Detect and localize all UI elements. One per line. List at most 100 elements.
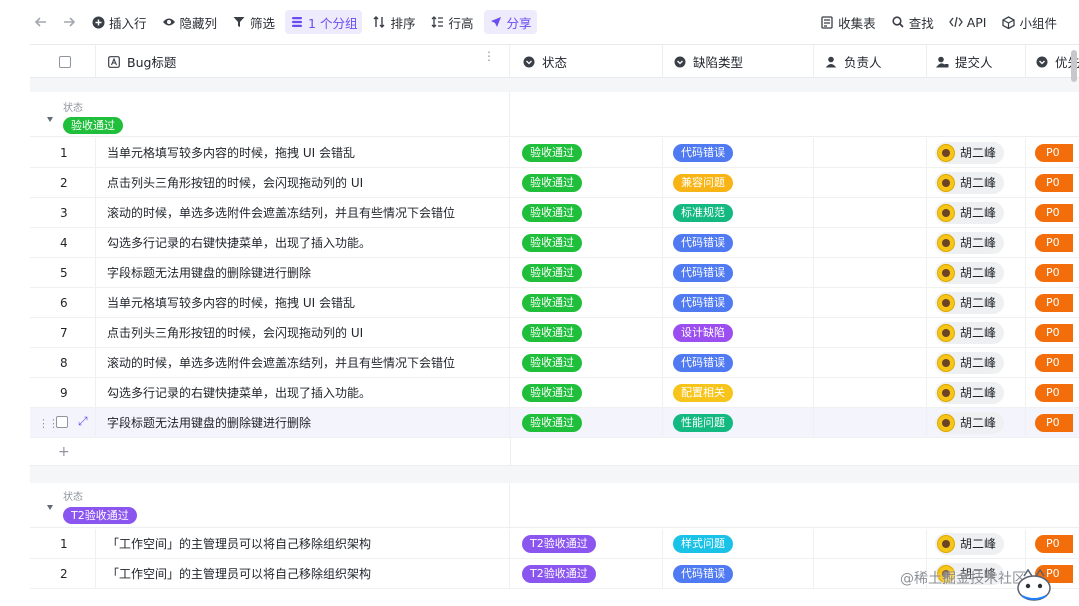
table-row[interactable]: 1 当单元格填写较多内容的时候，拖拽 UI 会错乱 验收通过 代码错误 胡二峰 … xyxy=(30,138,1079,168)
search-button[interactable]: 查找 xyxy=(886,10,939,34)
defect-type-cell[interactable]: 设计缺陷 xyxy=(663,318,814,347)
status-cell[interactable]: 验收通过 xyxy=(510,168,663,197)
redo-icon[interactable] xyxy=(58,11,80,33)
drag-handle-icon[interactable]: ⋮⋮ xyxy=(38,417,59,430)
defect-type-cell[interactable]: 兼容问题 xyxy=(663,168,814,197)
status-cell[interactable]: 验收通过 xyxy=(510,198,663,227)
submitter-cell[interactable]: 胡二峰 xyxy=(927,529,1026,558)
submitter-cell[interactable]: 胡二峰 xyxy=(927,348,1026,377)
owner-cell[interactable] xyxy=(814,258,927,287)
column-header-defect-type[interactable]: 缺陷类型 xyxy=(663,45,814,78)
add-row-button[interactable]: + xyxy=(30,438,1079,466)
priority-cell[interactable]: P0 xyxy=(1026,168,1079,197)
expand-row-icon[interactable]: ⤢ xyxy=(78,414,88,429)
defect-type-cell[interactable]: 代码错误 xyxy=(663,258,814,287)
owner-cell[interactable] xyxy=(814,228,927,257)
priority-cell[interactable]: P0 xyxy=(1026,318,1079,347)
bug-title-cell[interactable]: 点击列头三角形按钮的时候，会闪现拖动列的 UI xyxy=(96,168,510,197)
table-row[interactable]: 2 点击列头三角形按钮的时候，会闪现拖动列的 UI 验收通过 兼容问题 胡二峰 … xyxy=(30,168,1079,198)
table-row[interactable]: 8 滚动的时候，单选多选附件会遮盖冻结列，并且有些情况下会错位 验收通过 代码错… xyxy=(30,348,1079,378)
submitter-cell[interactable]: 胡二峰 xyxy=(927,228,1026,257)
owner-cell[interactable] xyxy=(814,198,927,227)
priority-cell[interactable]: P0 xyxy=(1026,529,1079,558)
status-cell[interactable]: 验收通过 xyxy=(510,378,663,407)
bug-title-cell[interactable]: 勾选多行记录的右键快捷菜单，出现了插入功能。 xyxy=(96,378,510,407)
defect-type-cell[interactable]: 标准规范 xyxy=(663,198,814,227)
status-cell[interactable]: T2验收通过 xyxy=(510,529,663,558)
submitter-cell[interactable]: 胡二峰 xyxy=(927,258,1026,287)
group-button[interactable]: 1 个分组 xyxy=(285,10,363,34)
sort-button[interactable]: 排序 xyxy=(367,10,420,34)
defect-type-cell[interactable]: 代码错误 xyxy=(663,348,814,377)
bug-title-cell[interactable]: 当单元格填写较多内容的时候，拖拽 UI 会错乱 xyxy=(96,138,510,167)
owner-cell[interactable] xyxy=(814,288,927,317)
submitter-cell[interactable]: 胡二峰 xyxy=(927,198,1026,227)
submitter-cell[interactable]: 胡二峰 xyxy=(927,168,1026,197)
horizontal-scrollbar[interactable] xyxy=(1069,44,1079,88)
bug-title-cell[interactable]: 字段标题无法用键盘的删除键进行删除 xyxy=(96,258,510,287)
priority-cell[interactable]: P0 xyxy=(1026,138,1079,167)
table-row[interactable]: 6 当单元格填写较多内容的时候，拖拽 UI 会错乱 验收通过 代码错误 胡二峰 … xyxy=(30,288,1079,318)
column-header-title[interactable]: Bug标题 ⋮ xyxy=(96,45,510,78)
bug-title-cell[interactable]: 勾选多行记录的右键快捷菜单，出现了插入功能。 xyxy=(96,228,510,257)
insert-row-button[interactable]: 插入行 xyxy=(86,10,152,34)
owner-cell[interactable] xyxy=(814,529,927,558)
bug-title-cell[interactable]: 「工作空间」的主管理员可以将自己移除组织架构 xyxy=(96,529,510,558)
priority-cell[interactable]: P0 xyxy=(1026,228,1079,257)
group-header-accepted[interactable]: 状态 验收通过 xyxy=(30,92,1079,137)
bug-title-cell[interactable]: 字段标题无法用键盘的删除键进行删除 xyxy=(96,408,510,437)
scrollbar-thumb[interactable] xyxy=(1071,50,1077,82)
table-row[interactable]: 3 滚动的时候，单选多选附件会遮盖冻结列，并且有些情况下会错位 验收通过 标准规… xyxy=(30,198,1079,228)
defect-type-cell[interactable]: 代码错误 xyxy=(663,228,814,257)
submitter-cell[interactable]: 胡二峰 xyxy=(927,408,1026,437)
defect-type-cell[interactable]: 代码错误 xyxy=(663,138,814,167)
column-header-status[interactable]: 状态 xyxy=(510,45,663,78)
status-cell[interactable]: T2验收通过 xyxy=(510,559,663,588)
priority-cell[interactable]: P0 xyxy=(1026,258,1079,287)
owner-cell[interactable] xyxy=(814,168,927,197)
submitter-cell[interactable]: 胡二峰 xyxy=(927,288,1026,317)
api-button[interactable]: API xyxy=(944,10,992,34)
status-cell[interactable]: 验收通过 xyxy=(510,318,663,347)
select-all-checkbox[interactable] xyxy=(59,55,71,68)
priority-cell[interactable]: P0 xyxy=(1026,288,1079,317)
group-header-t2-accepted[interactable]: 状态 T2验收通过 xyxy=(30,483,1079,528)
collapse-caret-icon[interactable] xyxy=(47,505,53,510)
bug-title-cell[interactable]: 滚动的时候，单选多选附件会遮盖冻结列，并且有些情况下会错位 xyxy=(96,348,510,377)
submitter-cell[interactable]: 胡二峰 xyxy=(927,318,1026,347)
owner-cell[interactable] xyxy=(814,378,927,407)
defect-type-cell[interactable]: 代码错误 xyxy=(663,559,814,588)
share-button[interactable]: 分享 xyxy=(483,10,537,34)
table-row[interactable]: 4 勾选多行记录的右键快捷菜单，出现了插入功能。 验收通过 代码错误 胡二峰 P… xyxy=(30,228,1079,258)
bug-title-cell[interactable]: 点击列头三角形按钮的时候，会闪现拖动列的 UI xyxy=(96,318,510,347)
status-cell[interactable]: 验收通过 xyxy=(510,228,663,257)
column-header-submitter[interactable]: 提交人 xyxy=(927,45,1026,78)
priority-cell[interactable]: P0 xyxy=(1026,378,1079,407)
table-row[interactable]: 9 勾选多行记录的右键快捷菜单，出现了插入功能。 验收通过 配置相关 胡二峰 P… xyxy=(30,378,1079,408)
bug-title-cell[interactable]: 「工作空间」的主管理员可以将自己移除组织架构 xyxy=(96,559,510,588)
submitter-cell[interactable]: 胡二峰 xyxy=(927,138,1026,167)
table-row[interactable]: ⋮⋮ ⤢ 字段标题无法用键盘的删除键进行删除 验收通过 性能问题 胡二峰 P0 xyxy=(30,408,1079,438)
submitter-cell[interactable]: 胡二峰 xyxy=(927,378,1026,407)
table-row[interactable]: 7 点击列头三角形按钮的时候，会闪现拖动列的 UI 验收通过 设计缺陷 胡二峰 … xyxy=(30,318,1079,348)
bug-title-cell[interactable]: 当单元格填写较多内容的时候，拖拽 UI 会错乱 xyxy=(96,288,510,317)
row-checkbox[interactable] xyxy=(56,416,68,428)
row-height-button[interactable]: 行高 xyxy=(426,10,479,34)
status-cell[interactable]: 验收通过 xyxy=(510,408,663,437)
defect-type-cell[interactable]: 配置相关 xyxy=(663,378,814,407)
owner-cell[interactable] xyxy=(814,408,927,437)
status-cell[interactable]: 验收通过 xyxy=(510,348,663,377)
priority-cell[interactable]: P0 xyxy=(1026,408,1079,437)
column-header-owner[interactable]: 负责人 xyxy=(814,45,927,78)
priority-cell[interactable]: P0 xyxy=(1026,348,1079,377)
defect-type-cell[interactable]: 代码错误 xyxy=(663,288,814,317)
defect-type-cell[interactable]: 样式问题 xyxy=(663,529,814,558)
filter-button[interactable]: 筛选 xyxy=(227,10,280,34)
table-row[interactable]: 5 字段标题无法用键盘的删除键进行删除 验收通过 代码错误 胡二峰 P0 xyxy=(30,258,1079,288)
bug-title-cell[interactable]: 滚动的时候，单选多选附件会遮盖冻结列，并且有些情况下会错位 xyxy=(96,198,510,227)
undo-icon[interactable] xyxy=(30,11,52,33)
hide-columns-button[interactable]: 隐藏列 xyxy=(157,10,223,34)
owner-cell[interactable] xyxy=(814,318,927,347)
priority-cell[interactable]: P0 xyxy=(1026,198,1079,227)
form-button[interactable]: 收集表 xyxy=(815,10,881,34)
